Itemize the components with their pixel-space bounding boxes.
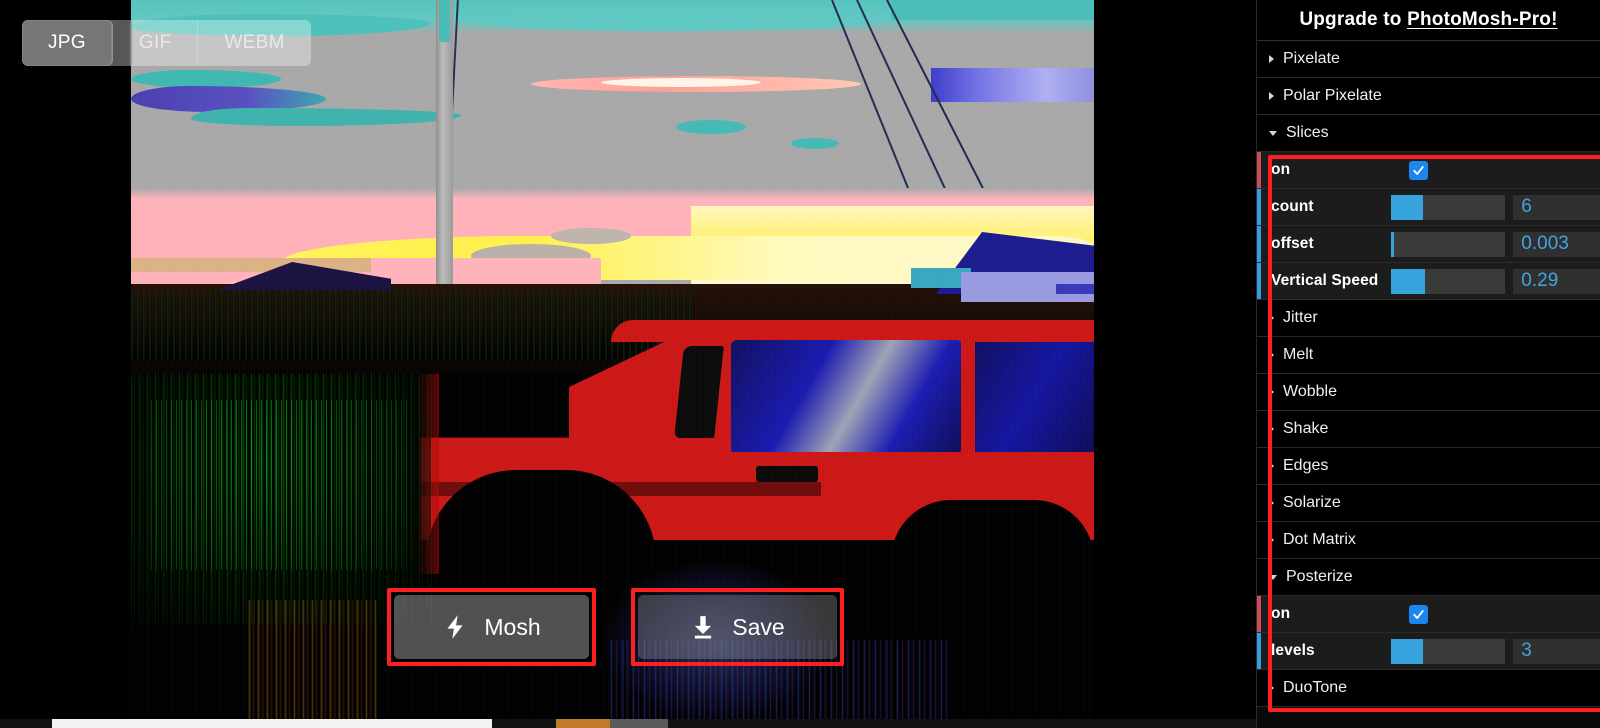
control-label: offset [1271,235,1314,252]
control-row-offset: offset 0.003 [1257,226,1600,263]
effects-list: Pixelate Polar Pixelate Slices on count 6 offs… [1257,41,1600,707]
chevron-down-icon [1269,130,1277,136]
effect-name: Slices [1286,124,1329,141]
effect-name: Shake [1283,420,1329,437]
upgrade-title: Upgrade to PhotoMosh-Pro! [1299,9,1557,31]
tab-gif-label: GIF [138,32,172,53]
checkbox-on[interactable] [1409,160,1428,180]
mosh-button-annotation: Mosh [387,588,596,666]
checkbox-on[interactable] [1409,604,1428,624]
chevron-right-icon [1269,499,1274,507]
lightning-bolt-icon [447,615,463,639]
chevron-right-icon [1269,388,1274,396]
value-levels[interactable]: 3 [1513,638,1600,664]
row-accent-bar [1257,152,1261,188]
control-row-on: on [1257,596,1600,633]
control-row-levels: levels 3 [1257,633,1600,670]
effect-row-wobble[interactable]: Wobble [1257,374,1600,411]
effect-row-polar-pixelate[interactable]: Polar Pixelate [1257,78,1600,115]
effect-row-jitter[interactable]: Jitter [1257,300,1600,337]
tab-webm[interactable]: WEBM [198,20,310,66]
format-tab-bar: JPG GIF WEBM [22,20,311,66]
mosh-button-label: Mosh [484,613,541,640]
slider-fill [1390,194,1423,220]
chevron-right-icon [1269,351,1274,359]
chevron-right-icon [1269,425,1274,433]
row-accent-bar [1257,189,1261,225]
slider-fill [1390,638,1423,664]
value-offset[interactable]: 0.003 [1513,231,1600,257]
image-canvas[interactable] [131,0,1094,720]
effect-row-duotone[interactable]: DuoTone [1257,670,1600,707]
effect-name: Polar Pixelate [1283,87,1382,104]
tab-gif[interactable]: GIF [113,20,199,66]
effect-name: Solarize [1283,494,1341,511]
effect-row-shake[interactable]: Shake [1257,411,1600,448]
tab-webm-label: WEBM [224,32,285,53]
right-gutter [1094,0,1256,728]
control-label: count [1271,198,1314,215]
effect-name: Jitter [1283,309,1318,326]
effect-row-edges[interactable]: Edges [1257,448,1600,485]
effect-name: Wobble [1283,383,1337,400]
slider-count[interactable] [1390,194,1506,220]
mosh-button[interactable]: Mosh [394,595,589,659]
horizontal-scrollbar[interactable] [0,719,1256,728]
chevron-right-icon [1269,462,1274,470]
control-label: levels [1271,642,1315,659]
glitched-photo [131,0,1094,720]
tab-jpg-label: JPG [48,32,86,53]
row-accent-bar [1257,226,1261,262]
value-vertical-speed[interactable]: 0.29 [1513,268,1600,294]
control-row-on: on [1257,152,1600,189]
scrollbar-segment-orange [556,719,610,728]
effect-row-solarize[interactable]: Solarize [1257,485,1600,522]
save-button[interactable]: Save [638,595,837,659]
app-root: JPG GIF WEBM Mosh Save Upgrade to PhotoM… [0,0,1600,728]
download-icon [695,616,712,639]
row-accent-bar [1257,263,1261,299]
photomosh-pro-link[interactable]: PhotoMosh-Pro! [1407,9,1558,30]
control-label: on [1271,161,1291,178]
chevron-right-icon [1269,92,1274,100]
panel-header: Upgrade to PhotoMosh-Pro! [1257,0,1600,41]
control-label: on [1271,605,1291,622]
chevron-right-icon [1269,536,1274,544]
value-count[interactable]: 6 [1513,194,1600,220]
chevron-right-icon [1269,684,1274,692]
chevron-right-icon [1269,55,1274,63]
effect-row-pixelate[interactable]: Pixelate [1257,41,1600,78]
effect-row-slices[interactable]: Slices [1257,115,1600,152]
scrollbar-segment-grey [610,719,668,728]
control-row-count: count 6 [1257,189,1600,226]
effect-name: Melt [1283,346,1314,363]
effect-name: Dot Matrix [1283,531,1356,548]
left-gutter [0,0,131,728]
effect-name: Posterize [1286,568,1353,585]
effect-row-melt[interactable]: Melt [1257,337,1600,374]
effect-row-dot-matrix[interactable]: Dot Matrix [1257,522,1600,559]
row-accent-bar [1257,633,1261,669]
effect-name: Pixelate [1283,50,1340,67]
chevron-down-icon [1269,574,1277,580]
row-accent-bar [1257,596,1261,632]
save-button-annotation: Save [631,588,844,666]
slider-offset[interactable] [1390,231,1506,257]
effect-name: DuoTone [1283,679,1348,696]
save-button-label: Save [732,613,785,640]
upgrade-title-prefix: Upgrade to [1299,9,1408,30]
effect-row-posterize[interactable]: Posterize [1257,559,1600,596]
slider-levels[interactable] [1390,638,1506,664]
slider-fill [1390,268,1426,294]
control-row-vertical-speed: Vertical Speed 0.29 [1257,263,1600,300]
scrollbar-thumb[interactable] [52,719,492,728]
tab-jpg[interactable]: JPG [22,20,113,66]
slider-fill [1390,231,1395,257]
effect-name: Edges [1283,457,1329,474]
slider-vertical-speed[interactable] [1390,268,1506,294]
effects-panel: Upgrade to PhotoMosh-Pro! Pixelate Polar … [1256,0,1600,728]
chevron-right-icon [1269,314,1274,322]
control-label: Vertical Speed [1271,272,1379,289]
